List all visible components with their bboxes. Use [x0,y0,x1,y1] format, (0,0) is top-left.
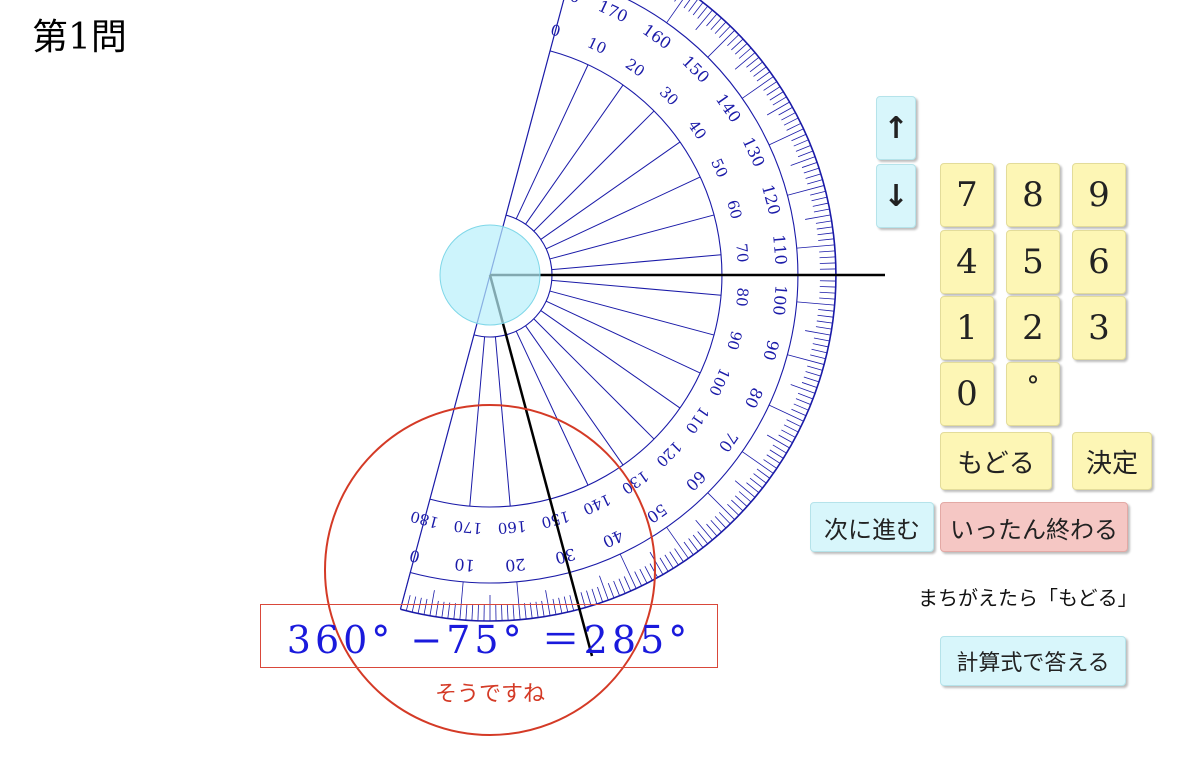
next-button[interactable]: 次に進む [810,502,934,552]
degree-tick [819,262,836,264]
decide-button[interactable]: 決定 [1072,432,1152,490]
back-button[interactable]: もどる [940,432,1052,490]
key-degree[interactable]: ° [1006,362,1060,426]
outer-scale-label: 110 [769,234,791,266]
outer-scale-label: 20 [504,555,526,576]
key-5[interactable]: 5 [1006,230,1060,294]
answer-with-formula-button[interactable]: 計算式で答える [940,636,1126,686]
outer-scale-label: 10 [454,555,476,576]
rotation-handle[interactable] [439,224,541,326]
down-arrow-button[interactable]: ↓ [876,164,916,228]
key-2[interactable]: 2 [1006,296,1060,360]
outer-scale-label: 100 [769,284,791,316]
inner-scale-label: 70 [732,243,752,264]
key-1[interactable]: 1 [940,296,994,360]
inner-scale-label: 80 [732,287,752,308]
equation-box: 360° −75° ＝285° [260,604,718,668]
key-3[interactable]: 3 [1072,296,1126,360]
key-8[interactable]: 8 [1006,163,1060,227]
feedback-text: そうですね [434,682,545,707]
hint-text: まちがえたら「もどる」 [918,586,1138,610]
key-4[interactable]: 4 [940,230,994,294]
inner-scale-label: 170 [453,517,483,537]
key-9[interactable]: 9 [1072,163,1126,227]
equation-text: 360° −75° ＝285° [286,617,692,662]
inner-scale-label: 160 [497,517,527,537]
up-arrow-button[interactable]: ↑ [876,96,916,160]
quit-button[interactable]: いったん終わる [940,502,1128,552]
page-title: 第1問 [32,17,127,58]
key-6[interactable]: 6 [1072,230,1126,294]
degree-tick [819,286,836,288]
key-7[interactable]: 7 [940,163,994,227]
key-0[interactable]: 0 [940,362,994,426]
